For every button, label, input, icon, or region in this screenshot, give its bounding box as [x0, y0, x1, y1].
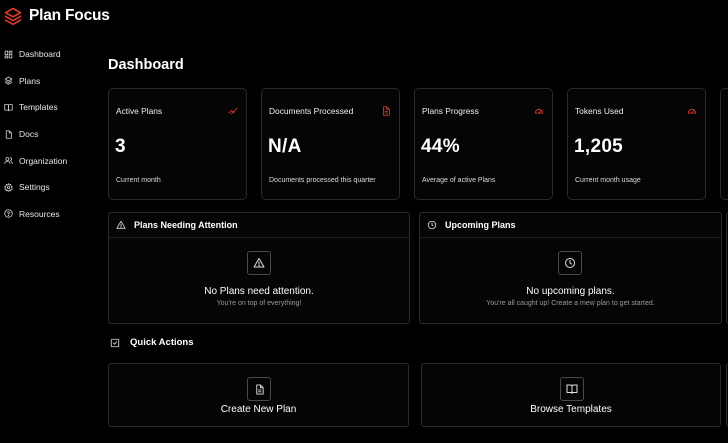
stat-card-active-plans: Active Plans 3 Current month	[108, 88, 247, 200]
sidebar-item-settings[interactable]: Settings	[0, 174, 96, 201]
panel-title: Upcoming Plans	[445, 220, 516, 230]
gauge-icon	[534, 108, 544, 114]
stat-title: Tokens Used	[575, 106, 624, 116]
sidebar-item-label: Templates	[19, 102, 58, 113]
users-icon	[4, 157, 13, 165]
attention-panel: Plans Needing Attention No Plans need at…	[108, 212, 410, 324]
action-label: Create New Plan	[220, 404, 297, 415]
clock-icon	[427, 220, 437, 230]
sidebar-item-label: Organization	[19, 155, 68, 166]
sidebar-item-plans[interactable]: Plans	[0, 68, 96, 95]
clock-icon	[565, 258, 575, 268]
empty-state-title: No Plans need attention.	[204, 286, 314, 297]
brand[interactable]: Plan Focus	[3, 6, 110, 26]
logo-icon	[4, 7, 22, 26]
book-icon	[4, 104, 13, 112]
sidebar-item-label: Plans	[19, 75, 41, 86]
create-new-plan-button[interactable]: Create New Plan	[108, 363, 409, 427]
stat-subtitle: Current month	[116, 177, 161, 184]
app-name: Plan Focus	[29, 7, 110, 24]
sidebar-item-organization[interactable]: Organization	[0, 147, 96, 174]
file-plus-icon	[255, 383, 264, 395]
empty-state-title: No upcoming plans.	[526, 286, 615, 297]
stat-subtitle: Documents processed this quarter	[269, 177, 376, 184]
sidebar-item-label: Dashboard	[19, 49, 61, 60]
stat-card-partial	[720, 88, 728, 200]
stat-title: Plans Progress	[422, 106, 479, 116]
panel-header: Upcoming Plans	[420, 213, 721, 238]
document-icon	[383, 106, 390, 116]
sidebar-item-label: Docs	[19, 129, 39, 140]
panel-header: Plans Needing Attention	[109, 213, 409, 238]
stat-value: 3	[115, 136, 126, 157]
gear-icon	[4, 182, 13, 192]
stat-title: Documents Processed	[269, 106, 354, 116]
action-icon-box	[247, 377, 271, 401]
warning-icon	[253, 258, 265, 268]
stat-card-tokens-used: Tokens Used 1,205 Current month usage	[567, 88, 706, 200]
stat-subtitle: Current month usage	[575, 177, 641, 184]
file-icon	[5, 129, 12, 139]
warning-icon	[116, 220, 126, 229]
sidebar-item-templates[interactable]: Templates	[0, 94, 96, 121]
stat-subtitle: Average of active Plans	[422, 177, 496, 184]
stat-card-plans-progress: Plans Progress 44% Average of active Pla…	[414, 88, 553, 200]
stat-title: Active Plans	[116, 106, 163, 116]
stat-value: 1,205	[574, 136, 624, 157]
sidebar-item-label: Resources	[19, 208, 60, 219]
upcoming-panel: Upcoming Plans No upcoming plans. You're…	[419, 212, 722, 324]
empty-state-icon-box	[558, 251, 582, 275]
empty-state-subtitle: You're all caught up! Create a mew plan …	[486, 300, 655, 307]
quick-actions-title: Quick Actions	[130, 337, 194, 348]
page-title: Dashboard	[108, 57, 184, 73]
panel-title: Plans Needing Attention	[134, 220, 238, 230]
stat-value: N/A	[268, 136, 302, 157]
checkbox-icon	[110, 338, 120, 347]
help-icon	[4, 209, 13, 219]
sidebar-item-label: Settings	[19, 182, 50, 193]
layers-icon	[4, 77, 13, 86]
action-icon-box	[560, 377, 584, 401]
stat-value: 44%	[421, 136, 460, 157]
sidebar: Dashboard Plans Templates Docs Organizat…	[0, 41, 96, 227]
gauge-icon	[687, 108, 697, 114]
trend-icon	[228, 107, 238, 115]
stat-card-documents-processed: Documents Processed N/A Documents proces…	[261, 88, 400, 200]
empty-state-icon-box	[247, 251, 271, 275]
book-open-icon	[566, 384, 578, 394]
quick-actions-header: Quick Actions	[110, 337, 194, 348]
empty-state-subtitle: You're on top of everything!	[216, 300, 302, 307]
sidebar-item-resources[interactable]: Resources	[0, 201, 96, 228]
dashboard-icon	[4, 50, 13, 59]
sidebar-item-docs[interactable]: Docs	[0, 121, 96, 148]
action-label: Browse Templates	[530, 404, 612, 415]
sidebar-item-dashboard[interactable]: Dashboard	[0, 41, 96, 68]
browse-templates-button[interactable]: Browse Templates	[421, 363, 721, 427]
